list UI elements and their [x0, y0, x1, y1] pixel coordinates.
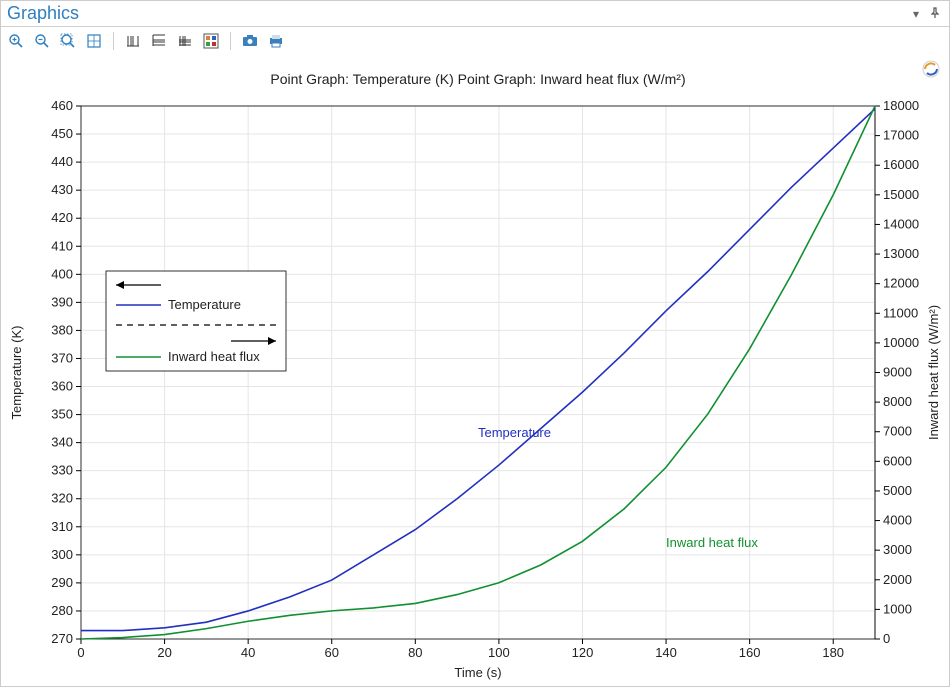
panel-titlebar: Graphics ▾	[1, 1, 949, 27]
y-right-tick-label: 8000	[883, 394, 912, 409]
x-tick-label: 0	[77, 645, 84, 660]
x-tick-label: 180	[822, 645, 844, 660]
x-tick-label: 120	[572, 645, 594, 660]
x-axis-label: Time (s)	[454, 665, 501, 680]
y-right-tick-label: 10000	[883, 335, 919, 350]
y-left-tick-label: 310	[51, 519, 73, 534]
y-right-tick-label: 17000	[883, 128, 919, 143]
series-annotation: Inward heat flux	[666, 535, 758, 550]
y-right-tick-label: 15000	[883, 187, 919, 202]
y-left-tick-label: 400	[51, 266, 73, 281]
x-tick-label: 80	[408, 645, 422, 660]
dropdown-icon[interactable]: ▾	[909, 7, 923, 21]
y-right-tick-label: 12000	[883, 276, 919, 291]
y-right-axis-label: Inward heat flux (W/m²)	[926, 305, 941, 440]
y-right-tick-label: 9000	[883, 365, 912, 380]
y-right-tick-label: 6000	[883, 453, 912, 468]
xylog-button[interactable]	[174, 30, 196, 52]
x-tick-label: 40	[241, 645, 255, 660]
y-left-tick-label: 330	[51, 463, 73, 478]
y-left-tick-label: 270	[51, 631, 73, 646]
zoom-box-button[interactable]	[57, 30, 79, 52]
x-tick-label: 60	[325, 645, 339, 660]
pin-icon[interactable]	[929, 7, 943, 21]
y-left-tick-label: 280	[51, 603, 73, 618]
show-legends-button[interactable]	[200, 30, 222, 52]
x-tick-label: 160	[739, 645, 761, 660]
y-right-tick-label: 7000	[883, 424, 912, 439]
y-left-tick-label: 410	[51, 238, 73, 253]
y-left-tick-label: 380	[51, 322, 73, 337]
y-left-tick-label: 420	[51, 210, 73, 225]
toolbar-separator	[230, 32, 231, 50]
y-left-tick-label: 370	[51, 350, 73, 365]
y-right-tick-label: 18000	[883, 98, 919, 113]
plot-frame	[81, 106, 875, 639]
legend-entry-label: Temperature	[168, 297, 241, 312]
y-right-tick-label: 5000	[883, 483, 912, 498]
legend-entry-label: Inward heat flux	[168, 349, 260, 364]
y-right-tick-label: 0	[883, 631, 890, 646]
y-right-tick-label: 1000	[883, 601, 912, 616]
y-right-tick-label: 14000	[883, 216, 919, 231]
y-right-tick-label: 4000	[883, 513, 912, 528]
y-right-tick-label: 3000	[883, 542, 912, 557]
x-tick-label: 140	[655, 645, 677, 660]
zoom-out-button[interactable]	[31, 30, 53, 52]
xlog-button[interactable]	[122, 30, 144, 52]
x-tick-label: 100	[488, 645, 510, 660]
chart-area: 0 20 40 60 80 100 120 140 160 180 270 280 290 300 310 3…	[1, 56, 950, 687]
chart-title: Point Graph: Temperature (K) Point Graph…	[270, 71, 685, 87]
y-left-tick-label: 320	[51, 491, 73, 506]
y-left-tick-label: 390	[51, 294, 73, 309]
y-left-tick-label: 440	[51, 154, 73, 169]
y-left-tick-label: 290	[51, 575, 73, 590]
y-left-tick-label: 450	[51, 126, 73, 141]
panel-title: Graphics	[7, 3, 79, 24]
y-left-tick-label: 460	[51, 98, 73, 113]
series-annotation: Temperature	[478, 425, 551, 440]
y-left-tick-label: 360	[51, 379, 73, 394]
snapshot-button[interactable]	[239, 30, 261, 52]
x-tick-label: 20	[157, 645, 171, 660]
y-left-axis-label: Temperature (K)	[9, 326, 24, 420]
y-left-tick-label: 350	[51, 407, 73, 422]
legend: Temperature Inward heat flux	[106, 271, 286, 371]
zoom-extents-button[interactable]	[83, 30, 105, 52]
y-right-tick-label: 11000	[883, 305, 918, 320]
print-button[interactable]	[265, 30, 287, 52]
y-right-tick-label: 2000	[883, 572, 912, 587]
toolbar-separator	[113, 32, 114, 50]
y-right-tick-label: 13000	[883, 246, 919, 261]
zoom-in-button[interactable]	[5, 30, 27, 52]
y-right-tick-label: 16000	[883, 157, 919, 172]
graphics-toolbar	[1, 27, 949, 55]
graphics-panel: Graphics ▾	[0, 0, 950, 687]
y-left-tick-label: 430	[51, 182, 73, 197]
y-left-tick-label: 300	[51, 547, 73, 562]
y-left-tick-label: 340	[51, 435, 73, 450]
ylog-button[interactable]	[148, 30, 170, 52]
